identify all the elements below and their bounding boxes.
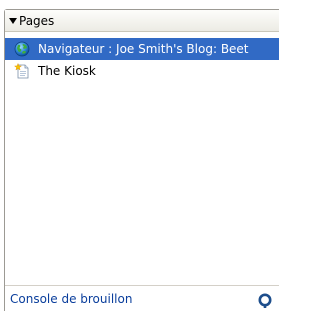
pages-list: Navigateur : Joe Smith's Blog: Beet The … (5, 38, 279, 270)
pages-panel-window: Pages Navigateur: Joe Smith's Blog: Bee… (0, 0, 279, 311)
panel-footer: Console de brouillon (5, 285, 279, 311)
pages-panel: Pages Navigateur: Joe Smith's Blog: Bee… (4, 9, 279, 311)
pages-section-header[interactable]: Pages (5, 10, 279, 32)
pages-section-title: Pages (19, 13, 55, 28)
page-item-the-kiosk[interactable]: The Kiosk (5, 60, 279, 82)
page-item-navigateur[interactable]: Navigateur : Joe Smith's Blog: Beet (5, 38, 279, 60)
page-item-label: Navigateur : Joe Smith's Blog: Beet (38, 42, 249, 56)
scratch-console-link[interactable]: Console de brouillon (10, 292, 132, 306)
new-page-icon (14, 62, 30, 79)
refresh-icon[interactable] (257, 292, 273, 308)
globe-icon (14, 41, 30, 57)
triangle-down-icon[interactable] (9, 17, 17, 24)
page-item-label: The Kiosk (38, 64, 96, 78)
